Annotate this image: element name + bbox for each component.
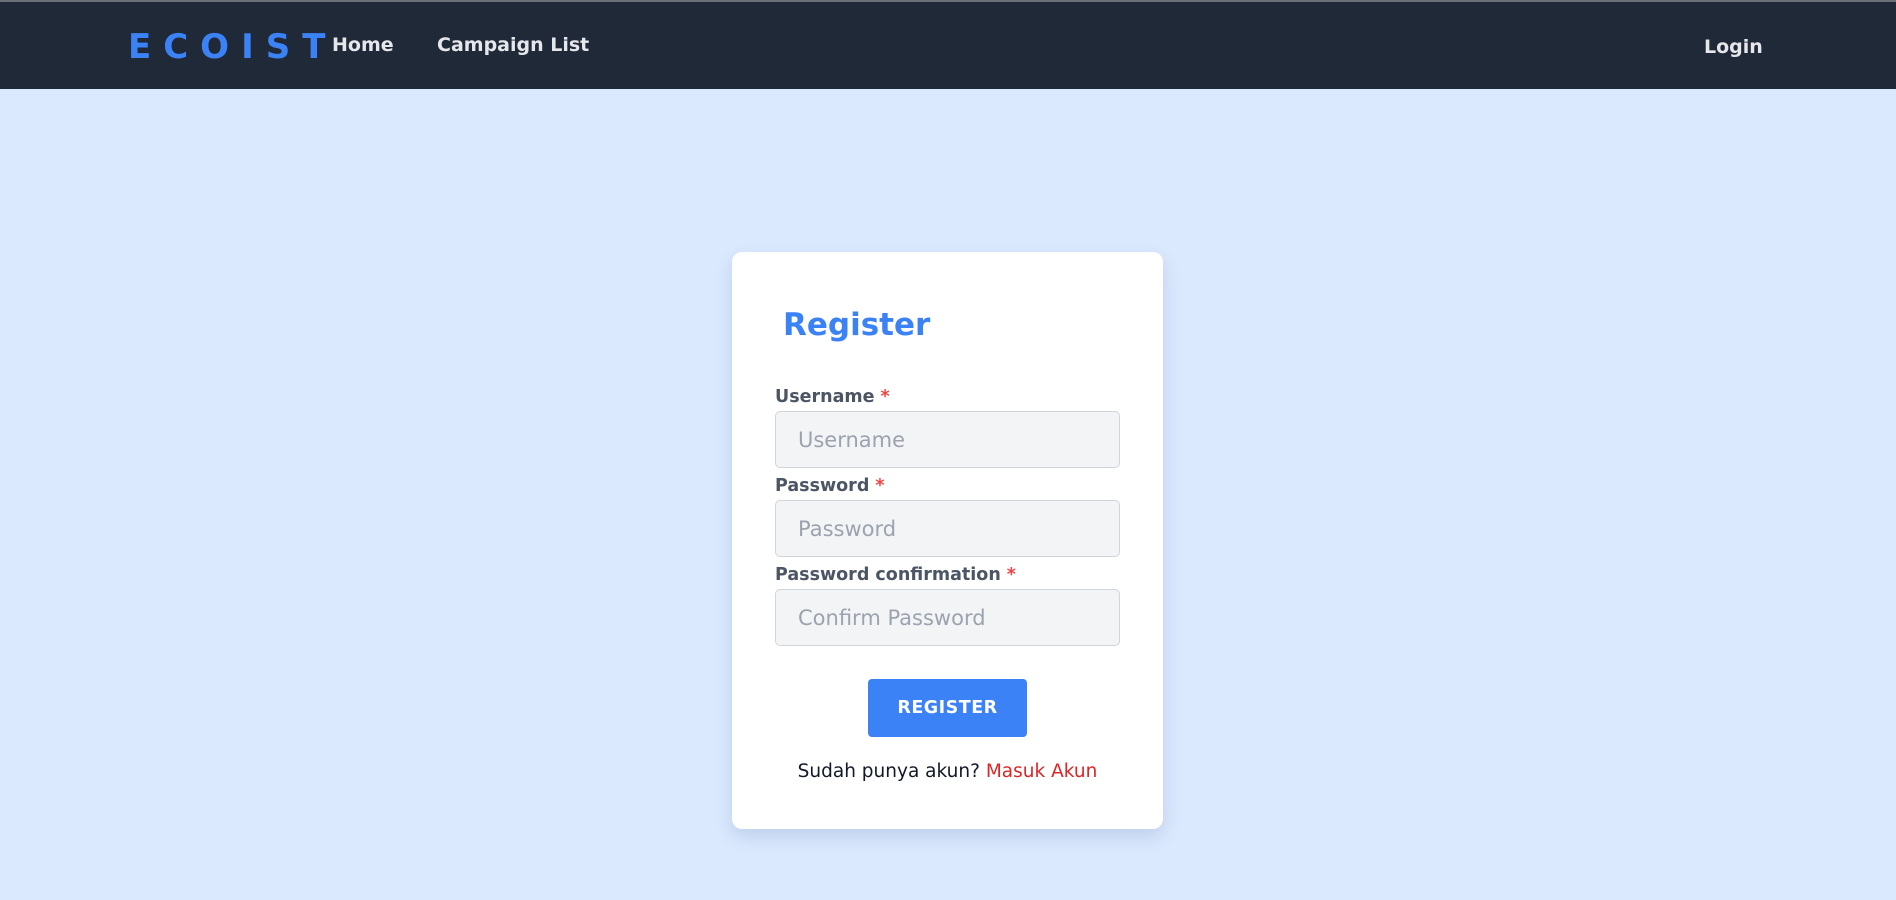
password-confirmation-input[interactable]	[775, 589, 1120, 646]
required-marker: *	[1006, 565, 1016, 585]
nav-link-login[interactable]: Login	[1704, 35, 1763, 59]
password-confirmation-label: Password confirmation *	[775, 564, 1016, 586]
nav-link-home[interactable]: Home	[332, 33, 394, 57]
username-label-text: Username	[775, 387, 875, 407]
login-prompt-text: Sudah punya akun?	[797, 761, 980, 782]
required-marker: *	[880, 387, 890, 407]
password-label-text: Password	[775, 476, 870, 496]
register-card: Register Username* Password* Password co…	[732, 252, 1163, 829]
masuk-akun-link[interactable]: Masuk Akun	[986, 761, 1098, 782]
register-title: Register	[783, 307, 931, 343]
nav-link-campaign-list[interactable]: Campaign List	[437, 33, 589, 57]
username-label: Username *	[775, 386, 890, 408]
password-input[interactable]	[775, 500, 1120, 557]
password-confirmation-label-text: Password confirmation	[775, 565, 1001, 585]
password-label: Password *	[775, 475, 885, 497]
username-input[interactable]	[775, 411, 1120, 468]
top-navbar: ECOIST Home Campaign List Login	[0, 2, 1896, 89]
register-button[interactable]: REGISTER	[868, 679, 1027, 737]
required-marker: *	[875, 476, 885, 496]
brand-logo[interactable]: ECOIST	[128, 27, 337, 67]
login-prompt: Sudah punya akun? Masuk Akun	[732, 760, 1163, 784]
